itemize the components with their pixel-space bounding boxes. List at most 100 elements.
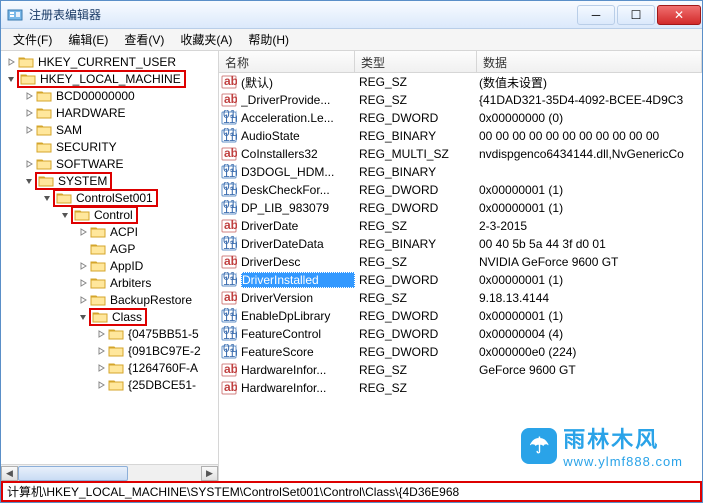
caret-icon[interactable] (41, 192, 53, 204)
col-type[interactable]: 类型 (355, 51, 477, 72)
key-tree[interactable]: HKEY_CURRENT_USERHKEY_LOCAL_MACHINEBCD00… (1, 51, 219, 481)
tree-item[interactable]: AGP (1, 240, 218, 257)
menubar: 文件(F) 编辑(E) 查看(V) 收藏夹(A) 帮助(H) (1, 29, 702, 51)
caret-icon[interactable] (59, 209, 71, 221)
value-data: NVIDIA GeForce 9600 GT (475, 255, 702, 269)
tree-item[interactable]: HKEY_LOCAL_MACHINE (1, 70, 218, 87)
caret-icon[interactable] (77, 243, 89, 255)
list-row[interactable]: 011110DriverDateDataREG_BINARY00 40 5b 5… (219, 235, 702, 253)
list-row[interactable]: ab_DriverProvide...REG_SZ{41DAD321-35D4-… (219, 91, 702, 109)
caret-icon[interactable] (23, 141, 35, 153)
caret-icon[interactable] (23, 175, 35, 187)
caret-icon[interactable] (95, 379, 107, 391)
tree-item[interactable]: BCD00000000 (1, 87, 218, 104)
value-name: FeatureScore (241, 345, 355, 359)
svg-text:110: 110 (223, 346, 237, 360)
tree-item[interactable]: SAM (1, 121, 218, 138)
tree-label: BackupRestore (109, 293, 193, 307)
caret-icon[interactable] (23, 124, 35, 136)
value-name: CoInstallers32 (241, 147, 355, 161)
caret-icon[interactable] (77, 226, 89, 238)
tree-item[interactable]: Class (1, 308, 218, 325)
tree-item[interactable]: SYSTEM (1, 172, 218, 189)
tree-item[interactable]: {091BC97E-2 (1, 342, 218, 359)
caret-icon[interactable] (23, 90, 35, 102)
tree-hscroll[interactable]: ◀ ▶ (1, 464, 218, 481)
minimize-button[interactable]: ─ (577, 5, 615, 25)
caret-icon[interactable] (77, 294, 89, 306)
col-data[interactable]: 数据 (477, 51, 702, 72)
list-header[interactable]: 名称 类型 数据 (219, 51, 702, 73)
svg-text:ab: ab (224, 380, 237, 394)
tree-label: ControlSet001 (75, 191, 154, 205)
watermark-url: www.ylmf888.com (563, 454, 683, 469)
list-row[interactable]: 011110EnableDpLibraryREG_DWORD0x00000001… (219, 307, 702, 325)
menu-edit[interactable]: 编辑(E) (60, 29, 116, 50)
scroll-left-icon[interactable]: ◀ (1, 466, 18, 481)
tree-label: SYSTEM (57, 174, 108, 188)
list-row[interactable]: abCoInstallers32REG_MULTI_SZnvdispgenco6… (219, 145, 702, 163)
tree-item[interactable]: HARDWARE (1, 104, 218, 121)
folder-icon (18, 55, 34, 69)
tree-item[interactable]: ACPI (1, 223, 218, 240)
value-type: REG_BINARY (355, 129, 475, 143)
list-row[interactable]: 011110AudioStateREG_BINARY00 00 00 00 00… (219, 127, 702, 145)
menu-help[interactable]: 帮助(H) (240, 29, 297, 50)
caret-icon[interactable] (95, 328, 107, 340)
tree-item[interactable]: {1264760F-A (1, 359, 218, 376)
tree-item[interactable]: ControlSet001 (1, 189, 218, 206)
maximize-button[interactable]: ☐ (617, 5, 655, 25)
tree-item[interactable]: SOFTWARE (1, 155, 218, 172)
value-type: REG_SZ (355, 219, 475, 233)
value-type: REG_SZ (355, 93, 475, 107)
caret-icon[interactable] (95, 345, 107, 357)
caret-icon[interactable] (23, 107, 35, 119)
caret-icon[interactable] (23, 158, 35, 170)
scroll-right-icon[interactable]: ▶ (201, 466, 218, 481)
list-row[interactable]: 011110Acceleration.Le...REG_DWORD0x00000… (219, 109, 702, 127)
close-button[interactable]: ✕ (657, 5, 701, 25)
list-row[interactable]: abDriverVersionREG_SZ9.18.13.4144 (219, 289, 702, 307)
list-row[interactable]: abDriverDescREG_SZNVIDIA GeForce 9600 GT (219, 253, 702, 271)
tree-item[interactable]: {0475BB51-5 (1, 325, 218, 342)
list-row[interactable]: abDriverDateREG_SZ2-3-2015 (219, 217, 702, 235)
tree-item[interactable]: BackupRestore (1, 291, 218, 308)
value-name: EnableDpLibrary (241, 309, 355, 323)
tree-item[interactable]: {25DBCE51- (1, 376, 218, 393)
caret-icon[interactable] (5, 56, 17, 68)
list-row[interactable]: abHardwareInfor...REG_SZGeForce 9600 GT (219, 361, 702, 379)
tree-item[interactable]: Control (1, 206, 218, 223)
list-row[interactable]: 011110FeatureControlREG_DWORD0x00000004 … (219, 325, 702, 343)
tree-label: Arbiters (109, 276, 152, 290)
tree-item[interactable]: HKEY_CURRENT_USER (1, 53, 218, 70)
content-area: HKEY_CURRENT_USERHKEY_LOCAL_MACHINEBCD00… (1, 51, 702, 481)
menu-view[interactable]: 查看(V) (116, 29, 172, 50)
tree-item[interactable]: SECURITY (1, 138, 218, 155)
col-name[interactable]: 名称 (219, 51, 355, 72)
caret-icon[interactable] (77, 311, 89, 323)
list-row[interactable]: 011110DeskCheckFor...REG_DWORD0x00000001… (219, 181, 702, 199)
value-type-icon: ab (221, 74, 237, 90)
value-type: REG_SZ (355, 75, 475, 89)
list-row[interactable]: 011110DP_LIB_983079REG_DWORD0x00000001 (… (219, 199, 702, 217)
value-data: 0x00000004 (4) (475, 327, 702, 341)
caret-icon[interactable] (95, 362, 107, 374)
caret-icon[interactable] (77, 260, 89, 272)
value-list[interactable]: 名称 类型 数据 ab(默认)REG_SZ(数值未设置)ab_DriverPro… (219, 51, 702, 481)
caret-icon[interactable] (5, 73, 17, 85)
list-row[interactable]: 011110D3DOGL_HDM...REG_BINARY (219, 163, 702, 181)
list-row[interactable]: ab(默认)REG_SZ(数值未设置) (219, 73, 702, 91)
list-row[interactable]: abHardwareInfor...REG_SZ (219, 379, 702, 397)
folder-icon (90, 242, 106, 256)
menu-fav[interactable]: 收藏夹(A) (172, 29, 240, 50)
caret-icon[interactable] (77, 277, 89, 289)
tree-item[interactable]: AppID (1, 257, 218, 274)
menu-file[interactable]: 文件(F) (5, 29, 60, 50)
value-data: 00 40 5b 5a 44 3f d0 01 (475, 237, 702, 251)
tree-item[interactable]: Arbiters (1, 274, 218, 291)
list-row[interactable]: 011110FeatureScoreREG_DWORD0x000000e0 (2… (219, 343, 702, 361)
titlebar[interactable]: 注册表编辑器 ─ ☐ ✕ (1, 1, 702, 29)
list-row[interactable]: 011110DriverInstalledREG_DWORD0x00000001… (219, 271, 702, 289)
value-name: HardwareInfor... (241, 363, 355, 377)
svg-text:ab: ab (224, 74, 237, 88)
